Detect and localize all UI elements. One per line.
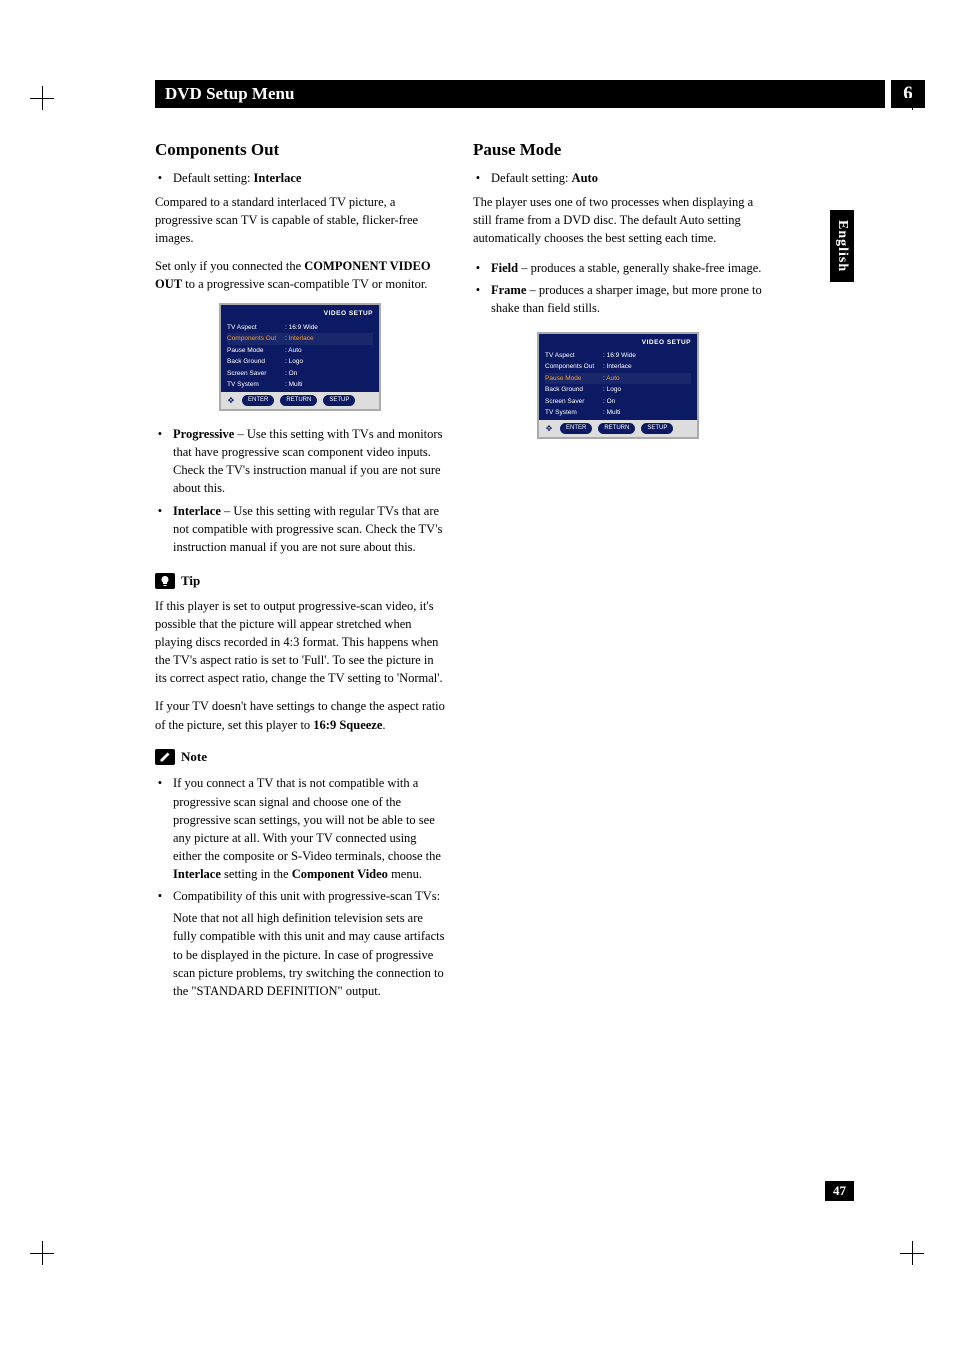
osd-row: TV SystemMulti [227,379,373,390]
list-item: •Frame – produces a sharper image, but m… [473,279,763,319]
default-setting-line: • Default setting: Auto [473,169,763,187]
osd-row: Pause ModeAuto [227,345,373,356]
section-heading-components-out: Components Out [155,138,445,163]
tip-text: If your TV doesn't have settings to chan… [155,697,445,733]
osd-footer-button: SETUP [323,395,355,406]
list-item: •If you connect a TV that is not compati… [155,772,445,885]
nav-arrows-icon: ✥ [226,396,236,406]
default-setting-value: Auto [572,171,598,185]
nav-arrows-icon: ✥ [544,424,554,434]
osd-footer-button: ENTER [560,423,592,434]
default-setting-label: Default setting: [491,171,568,185]
body-text: Compared to a standard interlaced TV pic… [155,193,445,247]
osd-footer-button: RETURN [280,395,317,406]
osd-row: Components OutInterlace [227,333,373,344]
tip-text: If this player is set to output progress… [155,597,445,688]
crop-mark [30,86,54,110]
crop-mark [900,1241,924,1265]
default-setting-value: Interlace [254,171,302,185]
osd-screenshot-components-out: VIDEO SETUP TV Aspect16:9 WideComponents… [219,303,381,411]
list-item: •Field – produces a stable, generally sh… [473,257,763,279]
body-text: The player uses one of two processes whe… [473,193,763,247]
osd-row: Components OutInterlace [545,361,691,372]
osd-row: TV Aspect16:9 Wide [227,322,373,333]
options-list: •Field – produces a stable, generally sh… [473,257,763,319]
notes-list: •If you connect a TV that is not compati… [155,772,445,1002]
options-list: •Progressive – Use this setting with TVs… [155,423,445,558]
osd-row: Screen SaverOn [227,368,373,379]
page-header: DVD Setup Menu 6 [155,80,925,108]
body-text: Set only if you connected the COMPONENT … [155,257,445,293]
osd-row: Pause ModeAuto [545,373,691,384]
default-setting-line: • Default setting: Interlace [155,169,445,187]
tip-label: Tip [181,572,200,591]
tip-icon [155,573,175,589]
header-title: DVD Setup Menu [155,80,885,108]
osd-row: Back GroundLogo [545,384,691,395]
page-number: 47 [825,1181,854,1201]
osd-row: TV Aspect16:9 Wide [545,350,691,361]
note-label: Note [181,748,207,767]
osd-title: VIDEO SETUP [227,309,373,318]
osd-footer-button: ENTER [242,395,274,406]
note-callout: Note [155,748,445,767]
left-column: Components Out • Default setting: Interl… [155,132,445,1014]
crop-mark [900,86,924,110]
osd-footer-button: RETURN [598,423,635,434]
list-item: •Progressive – Use this setting with TVs… [155,423,445,500]
list-item: •Compatibility of this unit with progres… [155,885,445,1002]
osd-title: VIDEO SETUP [545,338,691,347]
language-tab: English [830,210,854,282]
list-item: •Interlace – Use this setting with regul… [155,500,445,558]
osd-row: Back GroundLogo [227,356,373,367]
osd-screenshot-pause-mode: VIDEO SETUP TV Aspect16:9 WideComponents… [537,332,699,440]
osd-footer-button: SETUP [641,423,673,434]
section-heading-pause-mode: Pause Mode [473,138,763,163]
osd-row: TV SystemMulti [545,407,691,418]
default-setting-label: Default setting: [173,171,250,185]
tip-callout: Tip [155,572,445,591]
osd-row: Screen SaverOn [545,396,691,407]
crop-mark [30,1241,54,1265]
right-column: Pause Mode • Default setting: Auto The p… [473,132,763,1014]
note-icon [155,749,175,765]
